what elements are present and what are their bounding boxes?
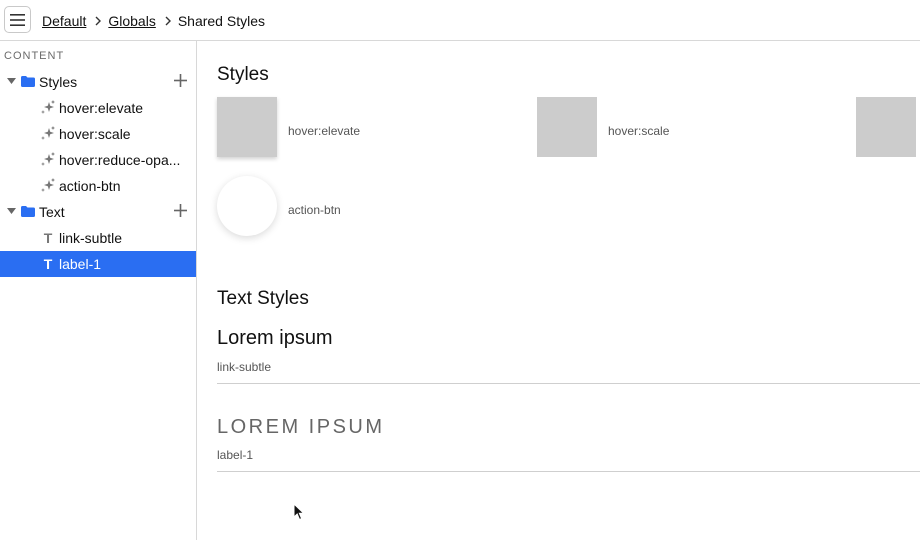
caret-down-icon[interactable] — [7, 78, 16, 85]
breadcrumb: Default Globals Shared Styles — [42, 0, 265, 41]
chevron-right-icon — [164, 16, 172, 26]
tree-item-label: link-subtle — [59, 230, 123, 246]
menu-button[interactable] — [4, 6, 31, 33]
sparkle-icon — [41, 100, 55, 114]
text-style-preview-link-subtle[interactable]: Lorem ipsum — [217, 327, 333, 350]
main-content: Styles hover:elevate hover:scale action-… — [197, 41, 920, 540]
sidebar: CONTENT Styles hover:elevate hover:scale… — [0, 41, 197, 540]
sidebar-heading: CONTENT — [4, 50, 65, 62]
tree-item-label: hover:scale — [59, 126, 131, 142]
add-text-style-button[interactable] — [174, 204, 187, 217]
text-type-icon: T — [43, 256, 53, 272]
styles-section-title: Styles — [217, 64, 269, 85]
sparkle-icon — [41, 152, 55, 166]
text-style-preview-label-1[interactable]: LOREM IPSUM — [217, 416, 385, 439]
tree-folder-text[interactable]: Text — [0, 199, 196, 225]
mouse-cursor-icon — [293, 503, 305, 521]
tree-item-hover-reduce-opacity[interactable]: hover:reduce-opa... — [0, 147, 196, 173]
style-preview-hover-scale[interactable] — [537, 97, 597, 157]
tree-item-label: hover:reduce-opa... — [59, 152, 181, 168]
style-preview-hover-elevate[interactable] — [217, 97, 277, 157]
chevron-right-icon — [94, 16, 102, 26]
divider — [217, 383, 920, 384]
text-styles-section-title: Text Styles — [217, 288, 309, 309]
folder-icon — [21, 76, 35, 87]
text-type-icon: T — [43, 230, 53, 246]
tree-item-label-1[interactable]: T label-1 — [0, 251, 196, 277]
style-label: hover:elevate — [288, 124, 361, 138]
folder-icon — [21, 206, 35, 217]
folder-label: Styles — [39, 74, 78, 90]
tree-item-action-btn[interactable]: action-btn — [0, 173, 196, 199]
hamburger-icon — [10, 13, 25, 26]
breadcrumb-current: Shared Styles — [177, 12, 265, 29]
tree-item-hover-elevate[interactable]: hover:elevate — [0, 95, 196, 121]
tree-item-hover-scale[interactable]: hover:scale — [0, 121, 196, 147]
style-preview-hover-reduce-opacity[interactable] — [856, 97, 916, 157]
sparkle-icon — [41, 178, 55, 192]
caret-down-icon[interactable] — [7, 208, 16, 215]
divider — [217, 471, 920, 472]
tree-item-label: hover:elevate — [59, 100, 144, 116]
text-style-label: label-1 — [217, 448, 254, 462]
tree-item-link-subtle[interactable]: T link-subtle — [0, 225, 196, 251]
sparkle-icon — [41, 126, 55, 140]
top-bar: Default Globals Shared Styles — [0, 0, 920, 41]
tree-folder-styles[interactable]: Styles — [0, 69, 196, 95]
add-style-button[interactable] — [174, 74, 187, 87]
breadcrumb-globals[interactable]: Globals — [108, 13, 155, 29]
tree-item-label: action-btn — [59, 178, 121, 194]
style-preview-action-btn[interactable] — [217, 176, 277, 236]
text-style-label: link-subtle — [217, 360, 272, 374]
tree-item-label: label-1 — [59, 256, 102, 272]
style-label: hover:scale — [608, 124, 670, 138]
folder-label: Text — [39, 204, 65, 220]
breadcrumb-default[interactable]: Default — [42, 13, 86, 29]
style-label: action-btn — [288, 203, 341, 217]
